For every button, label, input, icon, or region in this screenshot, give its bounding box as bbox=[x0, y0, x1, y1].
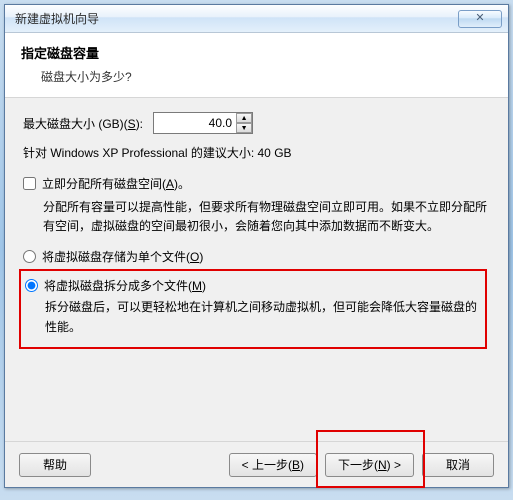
spinner-up[interactable]: ▲ bbox=[236, 113, 252, 123]
close-button[interactable]: ✕ bbox=[458, 10, 502, 28]
allocate-now-checkbox[interactable] bbox=[23, 177, 36, 190]
store-single-radio[interactable] bbox=[23, 250, 36, 263]
titlebar: 新建虚拟机向导 ✕ bbox=[5, 5, 508, 33]
store-single-row: 将虚拟磁盘存储为单个文件(O) bbox=[23, 248, 490, 265]
disk-size-label: 最大磁盘大小 (GB)(S): bbox=[23, 115, 143, 132]
spinner-down[interactable]: ▼ bbox=[236, 123, 252, 133]
split-files-radio[interactable] bbox=[25, 279, 38, 292]
allocate-now-row: 立即分配所有磁盘空间(A)。 bbox=[23, 175, 490, 192]
store-single-label: 将虚拟磁盘存储为单个文件(O) bbox=[42, 248, 203, 265]
next-button[interactable]: 下一步(N) > bbox=[325, 453, 414, 477]
wizard-window: 新建虚拟机向导 ✕ 指定磁盘容量 磁盘大小为多少? 最大磁盘大小 (GB)(S)… bbox=[4, 4, 509, 488]
header-pane: 指定磁盘容量 磁盘大小为多少? bbox=[5, 33, 508, 98]
disk-size-row: 最大磁盘大小 (GB)(S): ▲ ▼ bbox=[23, 112, 490, 134]
content-area: 最大磁盘大小 (GB)(S): ▲ ▼ 针对 Windows XP Profes… bbox=[5, 98, 508, 349]
back-button[interactable]: < 上一步(B) bbox=[229, 453, 317, 477]
page-heading: 指定磁盘容量 bbox=[21, 43, 492, 62]
cancel-button[interactable]: 取消 bbox=[422, 453, 494, 477]
window-title: 新建虚拟机向导 bbox=[15, 10, 458, 27]
footer-bar: 帮助 < 上一步(B) 下一步(N) > 取消 bbox=[5, 441, 508, 487]
allocate-now-desc: 分配所有容量可以提高性能，但要求所有物理磁盘空间立即可用。如果不立即分配所有空间… bbox=[43, 198, 490, 236]
split-files-label: 将虚拟磁盘拆分成多个文件(M) bbox=[44, 277, 206, 294]
split-option-highlight: 将虚拟磁盘拆分成多个文件(M) 拆分磁盘后，可以更轻松地在计算机之间移动虚拟机，… bbox=[19, 269, 487, 348]
help-button[interactable]: 帮助 bbox=[19, 453, 91, 477]
disk-size-spinner: ▲ ▼ bbox=[153, 112, 253, 134]
page-subheading: 磁盘大小为多少? bbox=[41, 68, 492, 85]
recommended-size-hint: 针对 Windows XP Professional 的建议大小: 40 GB bbox=[23, 144, 490, 161]
split-files-row: 将虚拟磁盘拆分成多个文件(M) bbox=[25, 277, 481, 294]
spinner-buttons: ▲ ▼ bbox=[236, 113, 252, 133]
split-files-desc: 拆分磁盘后，可以更轻松地在计算机之间移动虚拟机，但可能会降低大容量磁盘的性能。 bbox=[45, 298, 481, 336]
close-icon: ✕ bbox=[475, 13, 484, 24]
allocate-now-label: 立即分配所有磁盘空间(A)。 bbox=[42, 175, 190, 192]
